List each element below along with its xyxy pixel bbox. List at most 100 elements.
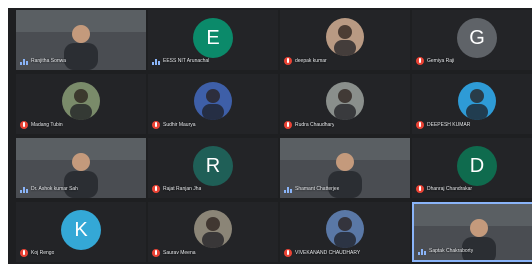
participant-tile[interactable]: Madang Tubin bbox=[16, 74, 146, 134]
avatar bbox=[326, 210, 364, 248]
participant-name-row: Rajat Ranjan Jha bbox=[152, 184, 274, 194]
participant-name: EESS NIT Arunachal bbox=[163, 58, 210, 64]
participant-name: Dhanraj Chandrakar bbox=[427, 186, 473, 192]
audio-level-bar bbox=[20, 190, 22, 193]
participant-tile[interactable]: Rudra Chaudhary bbox=[280, 74, 410, 134]
participant-tile[interactable]: DEEPESH KUMAR bbox=[412, 74, 532, 134]
participant-name: Shamant Chatterjee bbox=[295, 186, 340, 192]
mic-off-icon bbox=[152, 185, 160, 193]
participant-name: Ranjitha Sonwa bbox=[31, 58, 67, 64]
participant-name-row: DEEPESH KUMAR bbox=[416, 120, 532, 130]
audio-level-bar bbox=[158, 61, 160, 65]
participant-tile[interactable]: G Gemiya Raji bbox=[412, 10, 532, 70]
participant-tile[interactable]: K Koj Rengo bbox=[16, 202, 146, 262]
audio-level-bar bbox=[23, 59, 25, 65]
audio-level-bar bbox=[152, 62, 154, 65]
participant-name: Koj Rengo bbox=[31, 250, 55, 256]
participant-name: Saptak Chakraborty bbox=[429, 248, 474, 254]
participant-name: Sudhir Maurya bbox=[163, 122, 196, 128]
letter-avatar: K bbox=[61, 210, 101, 250]
participant-tile[interactable]: E EESS NIT Arunachal bbox=[148, 10, 278, 70]
avatar-silhouette-icon bbox=[466, 89, 488, 120]
participant-name: Gemiya Raji bbox=[427, 58, 455, 64]
audio-level-bar bbox=[287, 187, 289, 193]
participant-name: Saurav Meena bbox=[163, 250, 196, 256]
participant-name-row: Sudhir Maurya bbox=[152, 120, 274, 130]
participant-name-row: Rudra Chaudhary bbox=[284, 120, 406, 130]
participant-name-row: Saurav Meena bbox=[152, 248, 274, 258]
letter-avatar: G bbox=[457, 18, 497, 58]
audio-level-bar bbox=[421, 249, 423, 255]
participant-name-row: Madang Tubin bbox=[20, 120, 142, 130]
mic-off-icon bbox=[152, 121, 160, 129]
avatar-silhouette-icon bbox=[70, 89, 92, 120]
audio-level-bar bbox=[23, 187, 25, 193]
audio-level-bar bbox=[26, 61, 28, 65]
participant-name-row: Dr. Ashok kumar Sah bbox=[20, 184, 142, 194]
avatar-silhouette-icon bbox=[202, 89, 224, 120]
letter-avatar: E bbox=[193, 18, 233, 58]
participant-tile[interactable]: Saurav Meena bbox=[148, 202, 278, 262]
audio-level-bar bbox=[290, 189, 292, 193]
participant-tile[interactable]: deepak kumar bbox=[280, 10, 410, 70]
participant-name-row: Ranjitha Sonwa bbox=[20, 56, 142, 66]
participant-grid: Ranjitha Sonwa E EESS NIT Arunachal deepak… bbox=[8, 8, 532, 264]
audio-level-bar bbox=[424, 251, 426, 255]
participant-tile[interactable]: D Dhanraj Chandrakar bbox=[412, 138, 532, 198]
participant-name: Rajat Ranjan Jha bbox=[163, 186, 202, 192]
audio-level-icon bbox=[284, 185, 292, 193]
participant-tile[interactable]: Dr. Ashok kumar Sah bbox=[16, 138, 146, 198]
participant-name: Madang Tubin bbox=[31, 122, 63, 128]
mic-off-icon bbox=[20, 121, 28, 129]
participant-name-row: EESS NIT Arunachal bbox=[152, 56, 274, 66]
participant-tile[interactable]: Saptak Chakraborty bbox=[412, 202, 532, 262]
avatar bbox=[326, 82, 364, 120]
avatar-silhouette-icon bbox=[202, 217, 224, 248]
meeting-window: Ranjitha Sonwa E EESS NIT Arunachal deepak… bbox=[0, 0, 532, 264]
letter-avatar: R bbox=[193, 146, 233, 186]
avatar bbox=[194, 210, 232, 248]
participant-name-row: Koj Rengo bbox=[20, 248, 142, 258]
audio-level-bar bbox=[26, 189, 28, 193]
participant-name: Dr. Ashok kumar Sah bbox=[31, 186, 78, 192]
avatar bbox=[62, 82, 100, 120]
participant-name-row: Gemiya Raji bbox=[416, 56, 532, 66]
participant-tile[interactable]: Ranjitha Sonwa bbox=[16, 10, 146, 70]
participant-name: VIVEKANAND CHAUDHARY bbox=[295, 250, 361, 256]
participant-name-row: Shamant Chatterjee bbox=[284, 184, 406, 194]
participant-name: Rudra Chaudhary bbox=[295, 122, 335, 128]
mic-off-icon bbox=[284, 249, 292, 257]
audio-level-bar bbox=[20, 62, 22, 65]
mic-off-icon bbox=[152, 249, 160, 257]
audio-level-icon bbox=[20, 185, 28, 193]
participant-name-row: Saptak Chakraborty bbox=[418, 246, 532, 256]
mic-off-icon bbox=[416, 121, 424, 129]
audio-level-bar bbox=[418, 252, 420, 255]
participant-name-row: deepak kumar bbox=[284, 56, 406, 66]
participant-tile[interactable]: VIVEKANAND CHAUDHARY bbox=[280, 202, 410, 262]
mic-off-icon bbox=[20, 249, 28, 257]
audio-level-bar bbox=[284, 190, 286, 193]
audio-level-icon bbox=[20, 57, 28, 65]
participant-tile[interactable]: R Rajat Ranjan Jha bbox=[148, 138, 278, 198]
avatar-silhouette-icon bbox=[334, 217, 356, 248]
avatar bbox=[458, 82, 496, 120]
participant-name-row: Dhanraj Chandrakar bbox=[416, 184, 532, 194]
audio-level-icon bbox=[152, 57, 160, 65]
avatar-silhouette-icon bbox=[334, 89, 356, 120]
audio-level-bar bbox=[155, 59, 157, 65]
avatar-silhouette-icon bbox=[334, 25, 356, 56]
participant-name: DEEPESH KUMAR bbox=[427, 122, 471, 128]
mic-off-icon bbox=[284, 57, 292, 65]
mic-off-icon bbox=[284, 121, 292, 129]
participant-name: deepak kumar bbox=[295, 58, 327, 64]
avatar bbox=[326, 18, 364, 56]
participant-name-row: VIVEKANAND CHAUDHARY bbox=[284, 248, 406, 258]
participant-tile[interactable]: Shamant Chatterjee bbox=[280, 138, 410, 198]
mic-off-icon bbox=[416, 57, 424, 65]
audio-level-icon bbox=[418, 247, 426, 255]
avatar bbox=[194, 82, 232, 120]
mic-off-icon bbox=[416, 185, 424, 193]
participant-tile[interactable]: Sudhir Maurya bbox=[148, 74, 278, 134]
letter-avatar: D bbox=[457, 146, 497, 186]
